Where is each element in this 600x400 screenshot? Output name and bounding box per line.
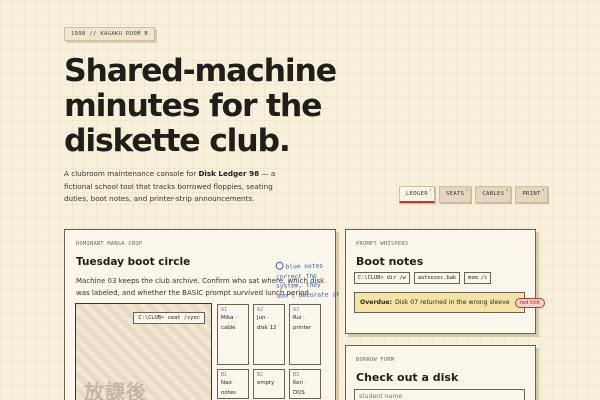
red-tick-badge: red tick [514, 297, 545, 308]
seat-name: empty [257, 380, 275, 386]
tab-bar: LEDGER 1 SEATS 2 CABLES 3 PRINT 4 [399, 186, 548, 203]
overdue-text: Disk 07 returned in the wrong sleeve [395, 299, 510, 306]
room-chip: 1998 // KAGAKU ROOM B [64, 27, 156, 41]
page-title: Shared-machine minutes for the diskette … [64, 53, 337, 159]
seat-b1[interactable]: B1 Nao · notes [217, 369, 249, 399]
seat-a3[interactable]: A3 Rui · printer [289, 304, 321, 365]
command-chip[interactable]: C:\CLUB> dir /w [354, 272, 410, 284]
seat-b2[interactable]: B2 empty [253, 369, 285, 399]
command-chip[interactable]: autoexec.bak [413, 272, 461, 284]
overdue-alert: Overdue: Disk 07 returned in the wrong s… [354, 292, 545, 313]
seat-a2[interactable]: A2 Jun · disk 12 [253, 304, 285, 365]
tab-cables-number: 3 [505, 188, 509, 192]
seat-b3[interactable]: B3 Ken · DOS [289, 369, 321, 399]
note-text: blue notes correct the system, they don'… [275, 262, 340, 300]
tab-cables[interactable]: CABLES 3 [475, 186, 512, 203]
command-list: C:\CLUB> dir /w autoexec.bak mem /c [354, 272, 492, 284]
intro-prefix: A clubroom maintenance console for [64, 169, 199, 178]
tab-ledger-label: LEDGER [406, 191, 429, 197]
seat-name: Mika · cable [221, 315, 237, 331]
screen-command-tag: C:\CLUB> seat /sync [133, 312, 205, 324]
tab-seats-label: SEATS [446, 191, 465, 197]
screen-kanji: 放課後 [84, 380, 147, 400]
tab-print-number: 4 [542, 188, 545, 192]
tab-ledger[interactable]: LEDGER 1 [399, 186, 436, 203]
overdue-label: Overdue: [360, 299, 393, 306]
tab-cables-label: CABLES [482, 191, 505, 197]
manga-screen-panel: C:\CLUB> seat /sync 放課後 [75, 303, 212, 400]
borrow-kicker: BORROW FORM [356, 357, 395, 363]
student-name-input[interactable] [354, 389, 525, 400]
seat-a1[interactable]: A1 Mika · cable [217, 304, 249, 365]
seat-name: Jun · disk 12 [257, 315, 277, 331]
borrow-title: Check out a disk [356, 371, 459, 384]
tab-seats-number: 2 [465, 188, 469, 192]
intro-text: A clubroom maintenance console for Disk … [64, 168, 289, 206]
seat-name: Rui · printer [293, 315, 312, 331]
tab-ledger-number: 1 [429, 188, 433, 192]
command-chip[interactable]: mem /c [464, 272, 492, 284]
boot-title: Boot notes [356, 255, 424, 268]
tab-print-label: PRINT [522, 191, 541, 197]
tab-print[interactable]: PRINT 4 [515, 186, 548, 203]
main-title: Tuesday boot circle [76, 256, 191, 268]
seat-name: Nao · notes [221, 380, 236, 396]
product-name: Disk Ledger 98 [198, 169, 260, 178]
note-circle-icon [275, 261, 284, 270]
seat-name: Ken · DOS [293, 380, 307, 396]
boot-kicker: PROMPT WHISPERS [356, 241, 409, 247]
tab-seats[interactable]: SEATS 2 [439, 186, 472, 203]
main-kicker: DOMINANT MANGA CROP [76, 241, 143, 247]
handwritten-note: blue notes correct the system, they don'… [275, 260, 341, 301]
